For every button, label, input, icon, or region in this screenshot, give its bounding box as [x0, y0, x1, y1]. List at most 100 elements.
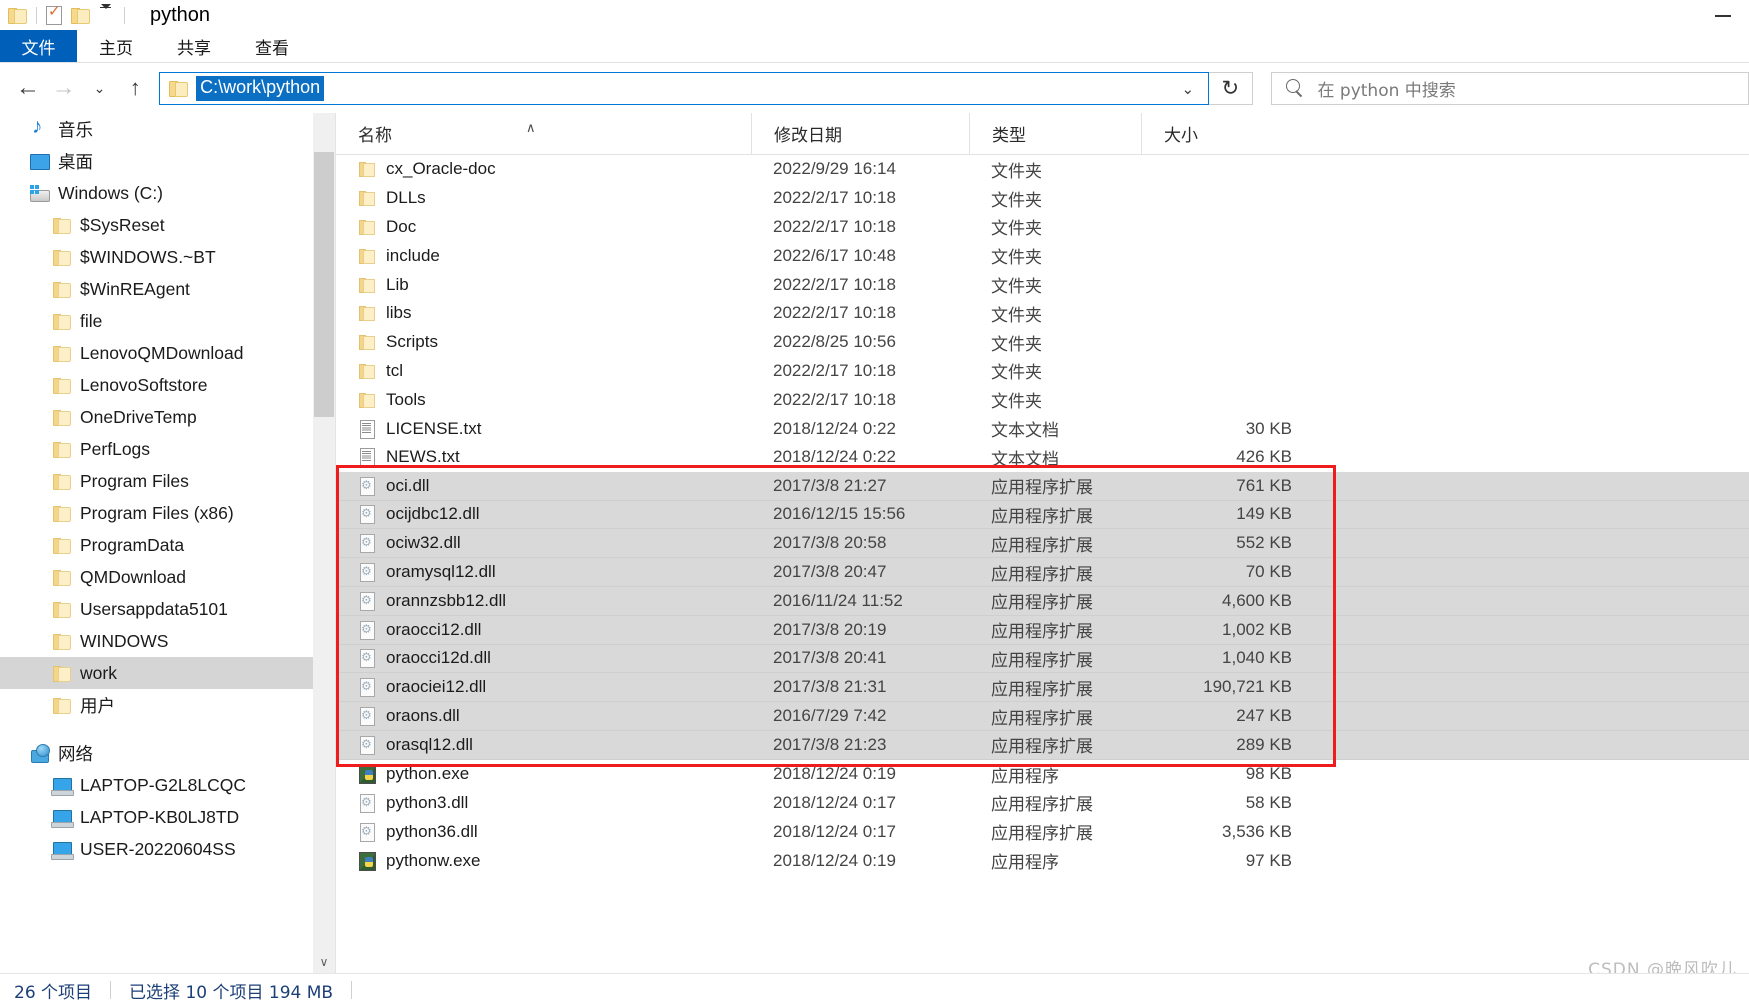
sidebar-item-label: WINDOWS	[80, 630, 169, 651]
sidebar-item-program-files[interactable]: Program Files	[0, 465, 313, 497]
table-row[interactable]: Tools 2022/2/17 10:18 文件夹	[336, 385, 1749, 414]
table-row[interactable]: ocijdbc12.dll 2016/12/15 15:56 应用程序扩展 149 K…	[336, 500, 1749, 530]
properties-icon[interactable]	[46, 3, 62, 25]
table-row[interactable]: ociw32.dll 2017/3/8 20:58 应用程序扩展 552 KB	[336, 529, 1749, 559]
dll-file-icon	[358, 735, 376, 755]
table-row[interactable]: include 2022/6/17 10:48 文件夹	[336, 241, 1749, 270]
file-name-label: oramysql12.dll	[386, 562, 496, 582]
table-row[interactable]: Scripts 2022/8/25 10:56 文件夹	[336, 328, 1749, 357]
tab-home[interactable]: 主页	[77, 30, 155, 62]
sidebar-item-[interactable]: 用户	[0, 689, 313, 721]
file-name-label: oraons.dll	[386, 706, 460, 726]
sidebar-item-[interactable]: 桌面	[0, 145, 313, 177]
address-input[interactable]: C:\work\python ⌄	[159, 71, 1210, 105]
table-row[interactable]: libs 2022/2/17 10:18 文件夹	[336, 299, 1749, 328]
cell-type: 应用程序扩展	[991, 593, 1093, 613]
sidebar-item-lenovoqmdownload[interactable]: LenovoQMDownload	[0, 337, 313, 369]
sidebar-scrollbar-thumb[interactable]	[314, 152, 334, 417]
up-button[interactable]: ↑	[117, 68, 153, 108]
sidebar-item-work[interactable]: work	[0, 657, 313, 689]
file-name-label: cx_Oracle-doc	[386, 159, 496, 179]
sidebar-item-usersappdata5101[interactable]: Usersappdata5101	[0, 593, 313, 625]
table-row[interactable]: orasql12.dll 2017/3/8 21:23 应用程序扩展 289 KB	[336, 730, 1749, 760]
navigation-pane[interactable]: 音乐桌面 Windows (C:) $SysReset $WINDOWS.~BT $Wi…	[0, 113, 313, 973]
sidebar-item-windows[interactable]: WINDOWS	[0, 625, 313, 657]
search-box[interactable]: 在 python 中搜索	[1270, 71, 1749, 105]
table-row[interactable]: tcl 2022/2/17 10:18 文件夹	[336, 357, 1749, 386]
sidebar-item-perflogs[interactable]: PerfLogs	[0, 433, 313, 465]
column-header-name-label: 名称	[358, 126, 392, 146]
cell-name: python36.dll	[336, 822, 751, 842]
table-row[interactable]: Doc 2022/2/17 10:18 文件夹	[336, 213, 1749, 242]
cell-date-modified: 2016/7/29 7:42	[773, 706, 887, 726]
cell-name: oraocci12.dll	[336, 620, 751, 640]
file-name-label: python3.dll	[386, 792, 469, 812]
dll-file-icon	[358, 533, 376, 554]
table-row[interactable]: python3.dll 2018/12/24 0:17 应用程序扩展 58 KB	[336, 789, 1749, 818]
folder-file-icon	[358, 159, 376, 179]
cell-type: 文件夹	[991, 190, 1042, 210]
address-chevron-down-icon[interactable]: ⌄	[1182, 80, 1195, 98]
sidebar-item-programdata[interactable]: ProgramData	[0, 529, 313, 561]
refresh-button[interactable]: ↻	[1209, 71, 1253, 105]
sidebar-item-laptop-kb0lj8td[interactable]: LAPTOP-KB0LJ8TD	[0, 801, 313, 833]
column-header-type[interactable]: 类型	[969, 113, 1141, 155]
sidebar-item-sysreset[interactable]: $SysReset	[0, 209, 313, 241]
table-row[interactable]: NEWS.txt 2018/12/24 0:22 文本文档 426 KB	[336, 443, 1749, 472]
sidebar-item-label: LenovoQMDownload	[80, 342, 244, 363]
sidebar-scroll-down-button[interactable]: ∨	[313, 951, 335, 973]
cell-date-modified: 2022/2/17 10:18	[773, 303, 896, 323]
table-row[interactable]: oramysql12.dll 2017/3/8 20:47 应用程序扩展 70 KB	[336, 558, 1749, 587]
toolbar-divider	[36, 6, 37, 24]
sidebar-item-user-20220604ss[interactable]: USER-20220604SS	[0, 833, 313, 865]
back-button[interactable]: ←	[10, 68, 46, 108]
tab-view[interactable]: 查看	[233, 30, 311, 62]
table-row[interactable]: LICENSE.txt 2018/12/24 0:22 文本文档 30 KB	[336, 414, 1749, 443]
cell-name: orannzsbb12.dll	[336, 591, 751, 611]
sidebar-item-[interactable]: 网络	[0, 737, 313, 769]
table-row[interactable]: oci.dll 2017/3/8 21:27 应用程序扩展 761 KB	[336, 471, 1749, 501]
cell-date-modified: 2022/2/17 10:18	[773, 360, 896, 380]
sidebar-item-laptop-g2l8lcqc[interactable]: LAPTOP-G2L8LCQC	[0, 769, 313, 801]
sidebar-item-windows-c[interactable]: Windows (C:)	[0, 177, 313, 209]
minimize-button[interactable]	[1703, 4, 1743, 26]
sidebar-item-qmdownload[interactable]: QMDownload	[0, 561, 313, 593]
cell-name: cx_Oracle-doc	[336, 159, 751, 179]
table-row[interactable]: cx_Oracle-doc 2022/9/29 16:14 文件夹	[336, 155, 1749, 184]
sidebar-item-file[interactable]: file	[0, 305, 313, 337]
sidebar-item-onedrivetemp[interactable]: OneDriveTemp	[0, 401, 313, 433]
table-row[interactable]: python.exe 2018/12/24 0:19 应用程序 98 KB	[336, 760, 1749, 789]
column-header-name[interactable]: 名称 ∧	[336, 113, 751, 155]
column-header-size[interactable]: 大小	[1141, 113, 1316, 155]
table-row[interactable]: oraocci12.dll 2017/3/8 20:19 应用程序扩展 1,002 K…	[336, 615, 1749, 645]
table-row[interactable]: oraociei12.dll 2017/3/8 21:31 应用程序扩展 190,72…	[336, 673, 1749, 703]
cell-size: 289 KB	[1236, 734, 1292, 754]
table-row[interactable]: python36.dll 2018/12/24 0:17 应用程序扩展 3,536 K…	[336, 817, 1749, 846]
sidebar-item-winreagent[interactable]: $WinREAgent	[0, 273, 313, 305]
table-row[interactable]: orannzsbb12.dll 2016/11/24 11:52 应用程序扩展 4,6…	[336, 586, 1749, 616]
sidebar-item-windows-bt[interactable]: $WINDOWS.~BT	[0, 241, 313, 273]
table-row[interactable]: oraocci12d.dll 2017/3/8 20:41 应用程序扩展 1,040 …	[336, 644, 1749, 674]
forward-button[interactable]: →	[46, 68, 82, 108]
chevron-down-icon[interactable]	[100, 4, 111, 20]
recent-locations-button[interactable]: ⌄	[82, 68, 118, 108]
cell-size: 97 KB	[1245, 850, 1292, 870]
file-name-label: DLLs	[386, 188, 426, 208]
table-row[interactable]: DLLs 2022/2/17 10:18 文件夹	[336, 184, 1749, 213]
sidebar-item-program-files-x86[interactable]: Program Files (x86)	[0, 497, 313, 529]
sidebar-item-lenovosoftstore[interactable]: LenovoSoftstore	[0, 369, 313, 401]
folder-icon[interactable]	[8, 7, 27, 24]
cell-type: 应用程序	[991, 853, 1059, 873]
tab-share[interactable]: 共享	[155, 30, 233, 62]
sidebar-item-[interactable]: 音乐	[0, 113, 313, 145]
table-row[interactable]: Lib 2022/2/17 10:18 文件夹	[336, 270, 1749, 299]
cell-date-modified: 2022/2/17 10:18	[773, 389, 896, 409]
table-row[interactable]: oraons.dll 2016/7/29 7:42 应用程序扩展 247 KB	[336, 702, 1749, 731]
sidebar-item-label: LenovoSoftstore	[80, 374, 208, 395]
file-name-label: LICENSE.txt	[386, 418, 482, 438]
table-row[interactable]: pythonw.exe 2018/12/24 0:19 应用程序 97 KB	[336, 846, 1749, 875]
new-folder-icon[interactable]	[71, 7, 90, 24]
cell-date-modified: 2017/3/8 20:19	[773, 619, 887, 639]
tab-file[interactable]: 文件	[0, 30, 77, 62]
column-header-date[interactable]: 修改日期	[751, 113, 969, 155]
